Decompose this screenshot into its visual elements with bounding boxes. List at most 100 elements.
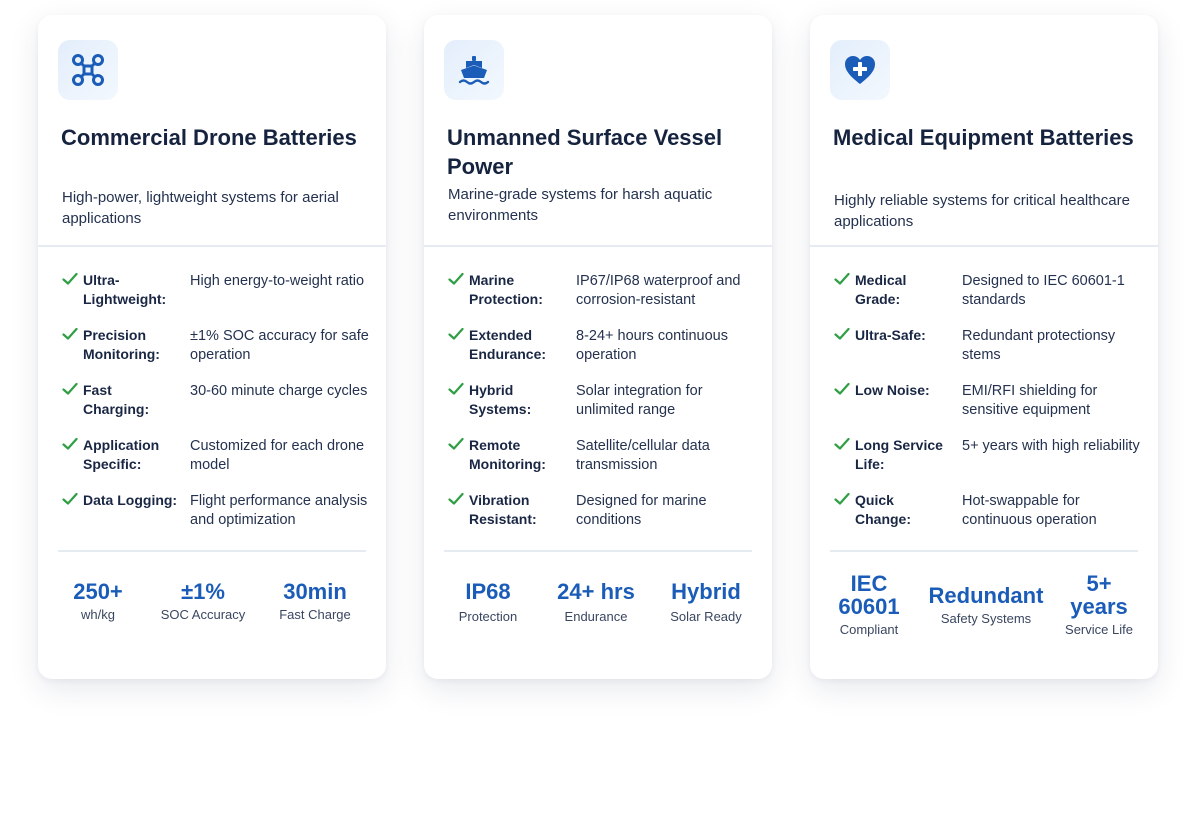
feature-label: Long Service Life:: [855, 437, 943, 472]
feature-value: High energy-to-weight ratio: [190, 273, 365, 289]
feature-list: Marine Protection: IP67/IP68 waterproof …: [446, 271, 754, 546]
card-title: Medical Equipment Batteries: [833, 125, 1134, 150]
check-icon: [834, 492, 850, 505]
stat-label: Service Life: [1065, 622, 1133, 637]
stat-value: Hybrid: [671, 579, 741, 604]
feature-value: Customized for each drone model: [190, 438, 365, 473]
check-icon: [448, 272, 464, 285]
divider: [830, 550, 1138, 552]
feature-list: Medical Grade: Designed to IEC 60601-1 s…: [832, 271, 1140, 546]
card-description: High-power, lightweight systems for aeri…: [62, 189, 339, 227]
check-icon: [834, 437, 850, 450]
stat-label: Solar Ready: [670, 609, 742, 624]
check-icon: [834, 272, 850, 285]
stat-label: Protection: [458, 609, 518, 624]
stat: Hybrid Solar Ready: [660, 580, 752, 625]
feature-label: Data Logging:: [83, 492, 178, 508]
stats-row: IEC 60601 Compliant Redundant Safety Sys…: [810, 570, 1158, 650]
feature-value: Designed for marine conditions: [576, 493, 707, 528]
feature-item: Medical Grade: Designed to IEC 60601-1 s…: [832, 271, 1140, 326]
feature-item: Long Service Life: 5+ years with high re…: [832, 436, 1140, 491]
feature-value: Flight performance analysis and optimiza…: [190, 493, 368, 528]
feature-label: Medical Grade:: [855, 272, 907, 307]
feature-item: Application Specific: Customized for eac…: [60, 436, 368, 491]
stat-label: wh/kg: [81, 607, 115, 622]
feature-label: Quick Change:: [855, 492, 911, 527]
feature-item: Hybrid Systems: Solar integration for un…: [446, 381, 754, 436]
feature-label: Application Specific:: [83, 437, 160, 472]
check-icon: [834, 327, 850, 340]
feature-value: ±1% SOC accuracy for safe operation: [190, 328, 369, 363]
stat: Redundant Safety Systems: [924, 584, 1048, 627]
card-drone: Commercial Drone Batteries High-power, l…: [38, 15, 386, 679]
stat: IP68 Protection: [444, 580, 532, 625]
feature-value: Redundant protectionsy stems: [962, 328, 1116, 363]
feature-item: Ultra-Lightweight: High energy-to-weight…: [60, 271, 368, 326]
feature-value: Satellite/cellular data transmission: [576, 438, 710, 473]
check-icon: [62, 327, 78, 340]
feature-item: Ultra-Safe: Redundant protectionsy stems: [832, 326, 1140, 381]
stat-label: Endurance: [564, 609, 628, 624]
stat-value: 24+ hrs: [557, 579, 635, 604]
feature-item: Remote Monitoring: Satellite/cellular da…: [446, 436, 754, 491]
card-icon-box: [830, 40, 890, 100]
feature-label: Vibration Resistant:: [469, 492, 537, 527]
card-medical: Medical Equipment Batteries Highly relia…: [810, 15, 1158, 679]
feature-value: Solar integration for unlimited range: [576, 383, 703, 418]
card-description: Highly reliable systems for critical hea…: [834, 192, 1130, 230]
check-icon: [62, 492, 78, 505]
feature-item: Low Noise: EMI/RFI shielding for sensiti…: [832, 381, 1140, 436]
check-icon: [62, 437, 78, 450]
feature-item: Precision Monitoring: ±1% SOC accuracy f…: [60, 326, 369, 381]
check-icon: [62, 272, 78, 285]
check-icon: [62, 382, 78, 395]
card-icon-box: [58, 40, 118, 100]
divider: [424, 245, 772, 247]
feature-value: 30-60 minute charge cycles: [190, 383, 368, 399]
divider: [58, 550, 366, 552]
feature-label: Fast Charging:: [83, 382, 150, 417]
stat-value: 250+: [73, 579, 123, 604]
stats-row: IP68 Protection 24+ hrs Endurance Hybrid…: [424, 570, 772, 650]
stat-label: SOC Accuracy: [160, 607, 246, 622]
stat: 250+ wh/kg: [60, 580, 136, 623]
stat: ±1% SOC Accuracy: [152, 580, 254, 623]
card-title: Unmanned Surface Vessel Power: [447, 125, 723, 179]
stat-value: 30min: [283, 579, 347, 604]
feature-item: Marine Protection: IP67/IP68 waterproof …: [446, 271, 754, 326]
stat: 5+ years Service Life: [1058, 572, 1140, 638]
card-icon-box: [444, 40, 504, 100]
card-vessel: Unmanned Surface Vessel Power Marine-gra…: [424, 15, 772, 679]
stat: 30min Fast Charge: [268, 580, 362, 623]
feature-label: Remote Monitoring:: [469, 437, 546, 472]
divider: [444, 550, 752, 552]
feature-item: Extended Endurance: 8-24+ hours continuo…: [446, 326, 754, 381]
divider: [38, 245, 386, 247]
feature-cards: Commercial Drone Batteries High-power, l…: [0, 0, 1199, 825]
feature-label: Precision Monitoring:: [83, 327, 160, 362]
feature-value: Designed to IEC 60601-1 standards: [962, 273, 1125, 308]
drone-icon: [72, 54, 104, 86]
stat-value: 5+ years: [1070, 571, 1128, 619]
card-description: Marine-grade systems for harsh aquatic e…: [448, 186, 713, 224]
stat-value: IEC 60601: [838, 571, 900, 619]
feature-value: 8-24+ hours continuous operation: [576, 328, 728, 363]
feature-list: Ultra-Lightweight: High energy-to-weight…: [60, 271, 369, 546]
check-icon: [448, 327, 464, 340]
feature-value: 5+ years with high reliability: [962, 438, 1140, 454]
feature-label: Ultra-Lightweight:: [83, 272, 167, 307]
feature-label: Low Noise:: [855, 382, 930, 398]
stat-value: ±1%: [181, 579, 225, 604]
stat-value: Redundant: [928, 583, 1044, 608]
feature-value: Hot-swappable for continuous operation: [962, 493, 1097, 528]
check-icon: [448, 437, 464, 450]
stat-label: Fast Charge: [279, 607, 351, 622]
feature-label: Hybrid Systems:: [469, 382, 532, 417]
stat: 24+ hrs Endurance: [546, 580, 646, 625]
heart-plus-icon: [845, 56, 875, 84]
feature-label: Extended Endurance:: [469, 327, 547, 362]
check-icon: [834, 382, 850, 395]
check-icon: [448, 382, 464, 395]
ship-icon: [458, 56, 490, 85]
card-title: Commercial Drone Batteries: [61, 125, 357, 150]
